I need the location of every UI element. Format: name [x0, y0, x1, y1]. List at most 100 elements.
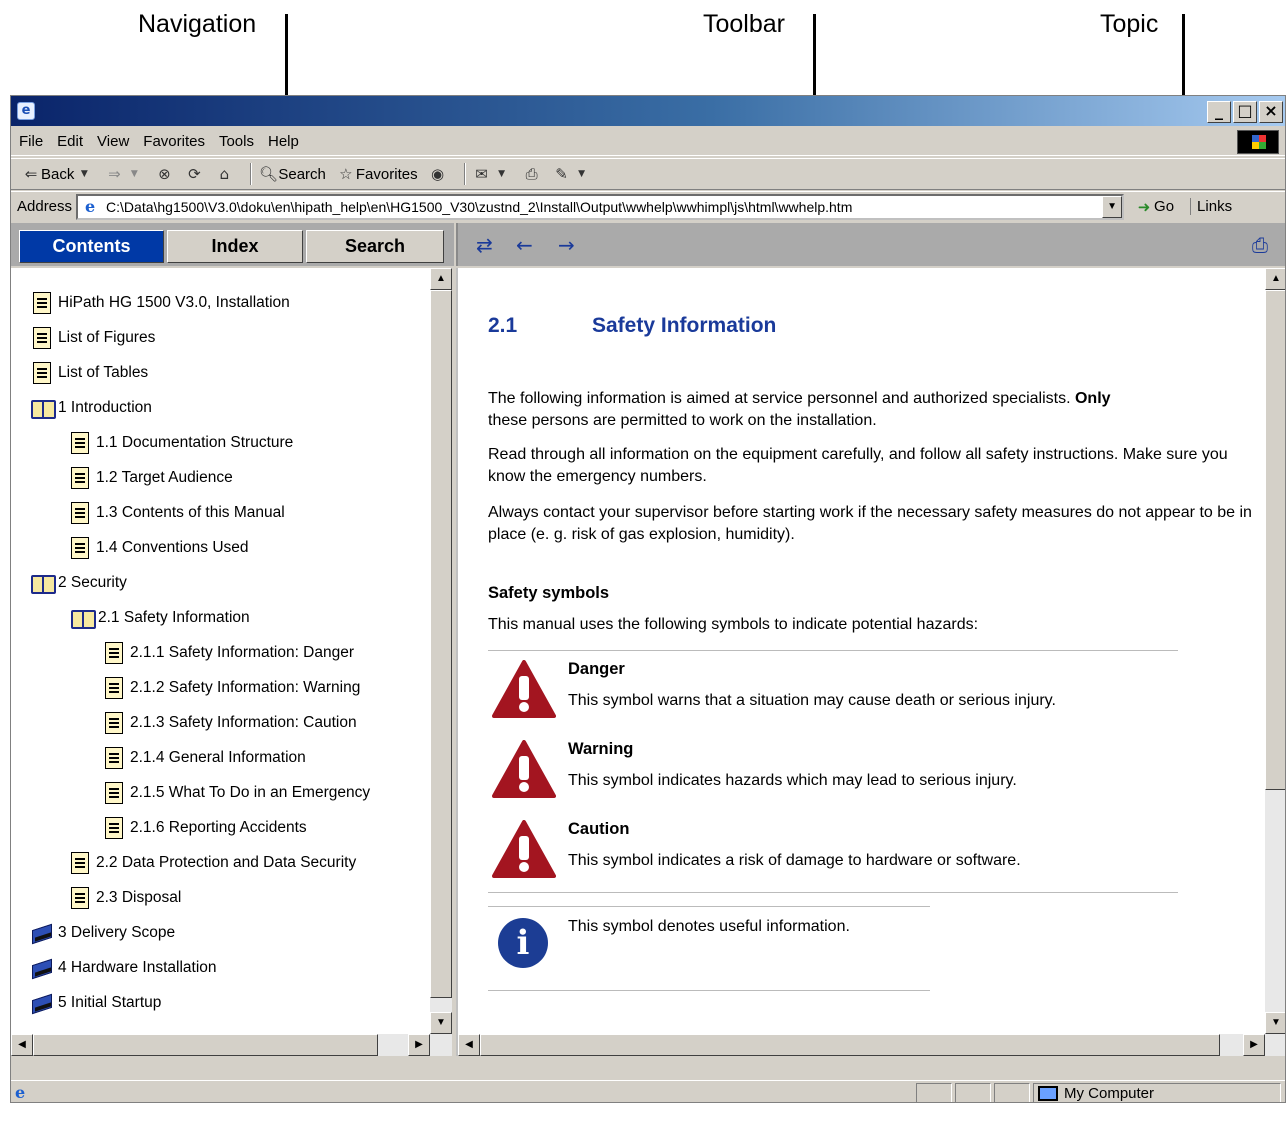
toc-item[interactable]: 5 Initial Startup: [31, 988, 161, 1018]
toc-item[interactable]: 1.3 Contents of this Manual: [71, 498, 285, 528]
browser-window: e _ □ × File Edit View Favorites Tools H…: [10, 95, 1286, 1103]
page-icon: [71, 467, 89, 489]
toc-item-label: 2.1.4 General Information: [130, 749, 306, 766]
toc-item[interactable]: 2.1.3 Safety Information: Caution: [105, 708, 357, 738]
title-bar[interactable]: e _ □ ×: [11, 96, 1285, 126]
symbols-intro: This manual uses the following symbols t…: [488, 616, 979, 633]
toc-item[interactable]: 2.1.5 What To Do in an Emergency: [105, 778, 370, 808]
toc-item[interactable]: List of Figures: [33, 323, 155, 353]
toc-item[interactable]: HiPath HG 1500 V3.0, Installation: [33, 288, 290, 318]
computer-icon: [1038, 1085, 1058, 1101]
print-topic-icon[interactable]: ⎙: [1252, 233, 1268, 257]
nav-horizontal-scrollbar[interactable]: ◀ ▶: [11, 1034, 452, 1056]
toc-item-label: 2.3 Disposal: [96, 889, 182, 906]
toc-item[interactable]: 2 Security: [31, 568, 127, 598]
toolbar-separator: [463, 163, 466, 185]
refresh-icon: ⟳: [188, 165, 201, 183]
scroll-thumb[interactable]: [430, 290, 452, 998]
toc-item[interactable]: 2.1 Safety Information: [71, 603, 250, 633]
danger-warning-icon: [492, 660, 556, 718]
toc-item[interactable]: 3 Delivery Scope: [31, 918, 175, 948]
help-toolbar: ⇄ ← → ⎙: [456, 223, 1285, 266]
address-bar: Address e C:\Data\hg1500\V3.0\doku\en\hi…: [11, 191, 1285, 221]
back-button[interactable]: ⇐ Back ▼: [21, 165, 94, 183]
scroll-down-button[interactable]: ▼: [430, 1012, 452, 1034]
scroll-left-button[interactable]: ◀: [11, 1034, 33, 1056]
toc-item-label: 1.2 Target Audience: [96, 469, 233, 486]
table-of-contents: HiPath HG 1500 V3.0, Installation List of…: [11, 268, 431, 1034]
refresh-button[interactable]: ⟳: [184, 165, 204, 183]
links-button[interactable]: Links: [1190, 198, 1232, 215]
divider: [488, 906, 930, 907]
menu-tools[interactable]: Tools: [219, 133, 254, 150]
minimize-button[interactable]: _: [1207, 101, 1231, 123]
tab-contents[interactable]: Contents: [19, 230, 164, 263]
stop-icon: ⊗: [158, 165, 171, 183]
home-button[interactable]: ⌂: [214, 165, 234, 183]
address-dropdown-button[interactable]: ▼: [1102, 195, 1123, 218]
toc-item[interactable]: List of Tables: [33, 358, 148, 388]
menu-edit[interactable]: Edit: [57, 133, 83, 150]
toc-item[interactable]: 2.1.6 Reporting Accidents: [105, 813, 307, 843]
toc-item[interactable]: 1.4 Conventions Used: [71, 533, 249, 563]
scroll-up-button[interactable]: ▲: [430, 268, 452, 290]
next-topic-icon[interactable]: →: [558, 233, 575, 257]
menu-view[interactable]: View: [97, 133, 129, 150]
toc-item[interactable]: 2.1.2 Safety Information: Warning: [105, 673, 360, 703]
paragraph-supervisor: Always contact your supervisor before st…: [488, 504, 1252, 543]
sync-toc-icon[interactable]: ⇄: [476, 233, 493, 257]
topic-vertical-scrollbar[interactable]: ▲ ▼: [1265, 268, 1285, 1034]
menu-file[interactable]: File: [19, 133, 43, 150]
stop-button[interactable]: ⊗: [154, 165, 174, 183]
toc-item[interactable]: 2.1.4 General Information: [105, 743, 306, 773]
print-button[interactable]: ⎙: [522, 165, 542, 183]
toc-item-label: List of Figures: [58, 329, 156, 346]
toc-item[interactable]: 1.1 Documentation Structure: [71, 428, 293, 458]
scroll-thumb[interactable]: [1265, 290, 1285, 790]
search-button[interactable]: 🔍︎ Search: [258, 165, 326, 183]
forward-arrow-icon: ⇒: [108, 165, 121, 183]
scroll-thumb[interactable]: [480, 1034, 1220, 1056]
navigation-pane: HiPath HG 1500 V3.0, Installation List of…: [11, 268, 454, 1056]
page-icon: [71, 502, 89, 524]
close-button[interactable]: ×: [1259, 101, 1283, 123]
open-book-icon: [71, 608, 96, 629]
go-button[interactable]: ➜ Go: [1134, 198, 1174, 216]
mail-button[interactable]: ✉ ▼: [472, 165, 512, 183]
toc-item[interactable]: 1.2 Target Audience: [71, 463, 233, 493]
tab-search[interactable]: Search: [306, 230, 444, 263]
paragraph-intro: The following information is aimed at se…: [488, 390, 1111, 429]
media-button[interactable]: ◉: [428, 165, 448, 183]
nav-vertical-scrollbar[interactable]: ▲ ▼: [430, 268, 452, 1034]
caution-title: Caution: [568, 820, 630, 838]
forward-button[interactable]: ⇒ ▼: [104, 165, 144, 183]
warning-title: Warning: [568, 740, 634, 758]
topic-number: 2.1: [488, 314, 518, 337]
edit-button[interactable]: ✎ ▼: [552, 165, 592, 183]
maximize-button[interactable]: □: [1233, 101, 1257, 123]
topic-horizontal-scrollbar[interactable]: ◀ ▶: [458, 1034, 1285, 1056]
toc-item[interactable]: 1 Introduction: [31, 393, 152, 423]
toc-item[interactable]: 4 Hardware Installation: [31, 953, 217, 983]
scroll-right-button[interactable]: ▶: [408, 1034, 430, 1056]
menu-help[interactable]: Help: [268, 133, 299, 150]
menu-favorites[interactable]: Favorites: [143, 133, 205, 150]
toc-item[interactable]: 2.3 Disposal: [71, 883, 181, 913]
address-input[interactable]: e C:\Data\hg1500\V3.0\doku\en\hipath_hel…: [76, 193, 1125, 220]
dropdown-icon: ▼: [80, 169, 88, 179]
scroll-right-button[interactable]: ▶: [1243, 1034, 1265, 1056]
toc-item-label: 3 Delivery Scope: [58, 924, 176, 941]
navigation-callout-label: Navigation: [138, 10, 257, 38]
previous-topic-icon[interactable]: ←: [516, 233, 533, 257]
favorites-button[interactable]: ☆ Favorites: [336, 165, 417, 183]
toc-item-label: 2 Security: [58, 574, 127, 591]
warning-icon: [492, 740, 556, 798]
scroll-down-button[interactable]: ▼: [1265, 1012, 1285, 1034]
scroll-thumb[interactable]: [33, 1034, 378, 1056]
scroll-up-button[interactable]: ▲: [1265, 268, 1285, 290]
tab-index[interactable]: Index: [167, 230, 303, 263]
scroll-left-button[interactable]: ◀: [458, 1034, 480, 1056]
toc-item-label: 2.1.1 Safety Information: Danger: [130, 644, 355, 661]
toc-item[interactable]: 2.1.1 Safety Information: Danger: [105, 638, 354, 668]
toc-item[interactable]: 2.2 Data Protection and Data Security: [71, 848, 356, 878]
